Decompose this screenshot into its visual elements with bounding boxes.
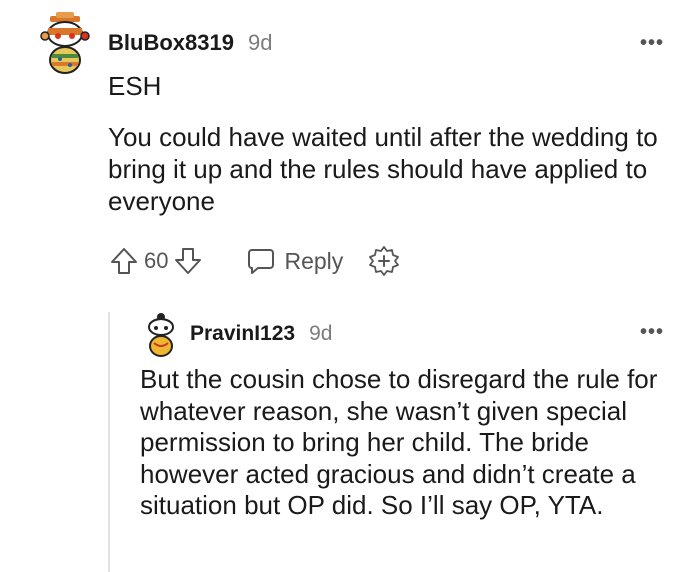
reply-label: Reply [284, 247, 344, 274]
more-icon[interactable]: ••• [640, 321, 664, 344]
arrow-down-icon [175, 248, 202, 274]
comment-verdict: ESH [108, 71, 162, 101]
reply-comment: PravinI123 9d ••• But the cousin chose t… [110, 305, 700, 572]
speech-bubble-icon [248, 249, 275, 274]
comment-meta: BluBox8319 9d [108, 30, 272, 56]
comment: BluBox8319 9d ••• ESH You could have wai… [0, 0, 700, 290]
reply-body: But the cousin chose to disregard the ru… [140, 364, 658, 520]
downvote-button[interactable] [172, 245, 204, 277]
vote-score: 60 [144, 248, 169, 273]
comment-actions: 60 Reply [108, 244, 401, 278]
reply-meta: PravinI123 9d [190, 322, 332, 346]
more-icon[interactable]: ••• [640, 32, 664, 55]
comment-age: 9d [247, 30, 273, 55]
reply-author[interactable]: PravinI123 [190, 322, 295, 346]
upvote-button[interactable] [108, 245, 140, 277]
award-plus-icon [369, 246, 400, 276]
snoo-avatar[interactable] [144, 313, 178, 357]
snoo-avatar[interactable] [38, 12, 94, 76]
comment-author[interactable]: BluBox8319 [108, 30, 234, 56]
comment-body: You could have waited until after the we… [108, 122, 658, 216]
reply-age: 9d [309, 322, 333, 345]
award-button[interactable] [367, 244, 401, 278]
arrow-up-icon [111, 248, 137, 274]
reply-button[interactable]: Reply [246, 246, 343, 276]
